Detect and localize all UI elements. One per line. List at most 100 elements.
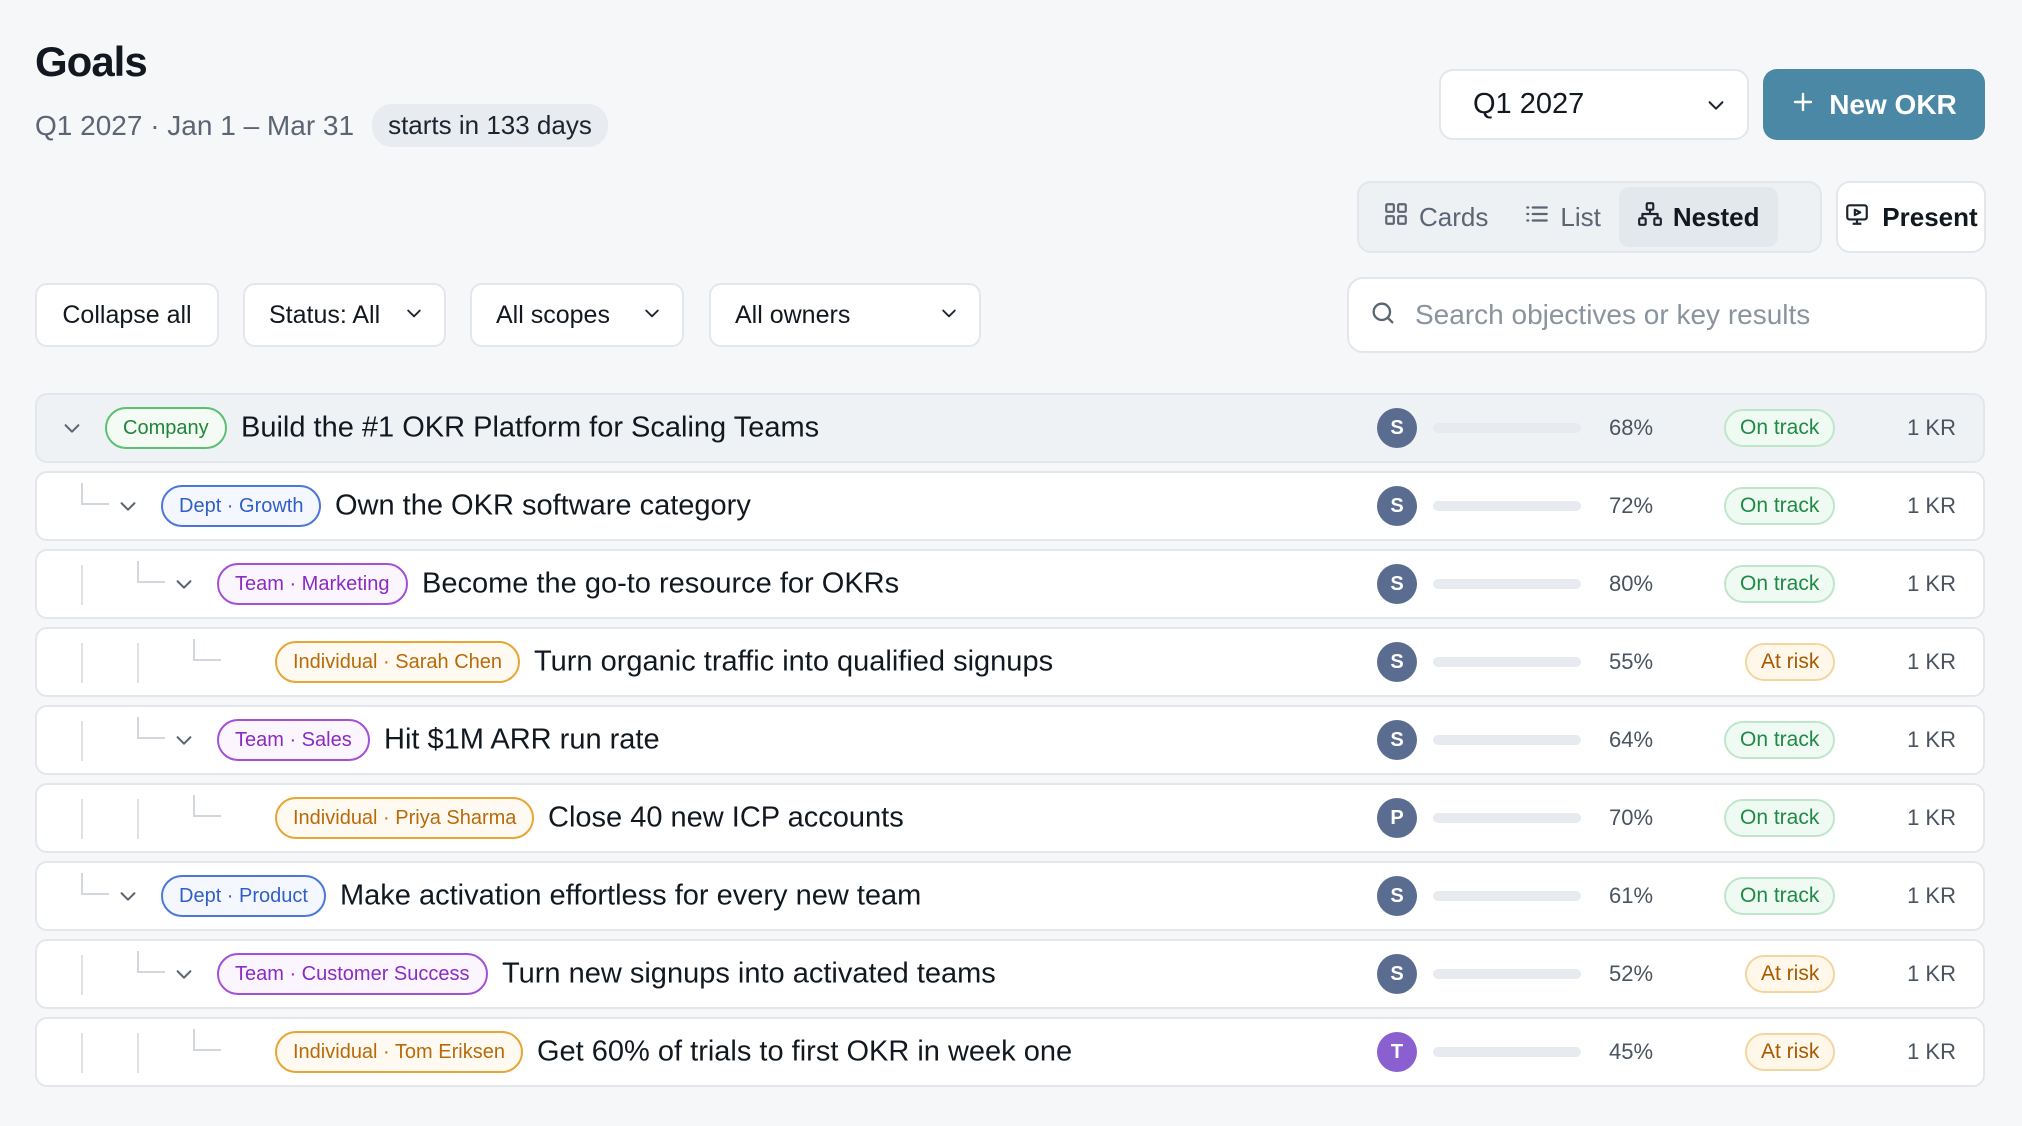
tree-connector xyxy=(193,1029,221,1051)
objective-title[interactable]: Make activation effortless for every new… xyxy=(340,880,921,913)
objective-title[interactable]: Close 40 new ICP accounts xyxy=(548,802,904,835)
presentation-icon xyxy=(1844,201,1870,234)
objective-title[interactable]: Own the OKR software category xyxy=(335,490,751,523)
chevron-down-icon xyxy=(939,301,959,330)
progress-bar xyxy=(1433,579,1581,589)
status-badge: On track xyxy=(1724,721,1836,759)
tree-guide xyxy=(81,565,83,605)
okr-row[interactable]: Individual · Tom Eriksen Get 60% of tria… xyxy=(35,1017,1985,1087)
scope-tag: Team · Customer Success xyxy=(217,953,488,995)
key-result-count[interactable]: 1 KR xyxy=(1907,415,1956,441)
view-list-label: List xyxy=(1560,201,1601,232)
collapse-toggle-icon[interactable] xyxy=(113,881,143,911)
avatar[interactable]: S xyxy=(1377,876,1417,916)
objective-title[interactable]: Turn new signups into activated teams xyxy=(502,958,996,991)
progress-percent: 72% xyxy=(1609,493,1654,518)
collapse-all-button[interactable]: Collapse all xyxy=(35,283,219,347)
status-badge: At risk xyxy=(1745,1033,1836,1071)
plus-icon xyxy=(1791,89,1815,121)
present-button[interactable]: Present xyxy=(1836,181,1986,253)
search-icon xyxy=(1369,299,1397,332)
objective-title[interactable]: Hit $1M ARR run rate xyxy=(384,724,660,757)
progress-bar xyxy=(1433,969,1581,979)
view-list[interactable]: List xyxy=(1506,187,1618,247)
view-nested[interactable]: Nested xyxy=(1618,187,1778,247)
avatar[interactable]: S xyxy=(1377,642,1417,682)
view-nested-label: Nested xyxy=(1672,201,1760,232)
avatar[interactable]: S xyxy=(1377,564,1417,604)
collapse-toggle-icon[interactable] xyxy=(169,959,199,989)
key-result-count[interactable]: 1 KR xyxy=(1907,1039,1956,1065)
avatar[interactable]: S xyxy=(1377,954,1417,994)
tree-connector xyxy=(137,561,165,583)
avatar[interactable]: S xyxy=(1377,408,1417,448)
progress-percent: 64% xyxy=(1609,727,1654,752)
tree-connector xyxy=(137,717,165,739)
progress-percent: 68% xyxy=(1609,415,1654,440)
okr-row[interactable]: Individual · Priya Sharma Close 40 new I… xyxy=(35,783,1985,853)
objective-title[interactable]: Become the go-to resource for OKRs xyxy=(422,568,899,601)
scope-filter[interactable]: All scopes xyxy=(470,283,684,347)
okr-row[interactable]: Individual · Sarah Chen Turn organic tra… xyxy=(35,627,1985,697)
okr-row[interactable]: Dept · Product Make activation effortles… xyxy=(35,861,1985,931)
okr-row[interactable]: Team · Customer Success Turn new signups… xyxy=(35,939,1985,1009)
avatar[interactable]: S xyxy=(1377,720,1417,760)
avatar[interactable]: S xyxy=(1377,486,1417,526)
okr-row[interactable]: Company Build the #1 OKR Platform for Sc… xyxy=(35,393,1985,463)
avatar[interactable]: P xyxy=(1377,798,1417,838)
progress-percent: 61% xyxy=(1609,883,1654,908)
progress-bar xyxy=(1433,813,1581,823)
status-badge: On track xyxy=(1724,799,1836,837)
objective-title[interactable]: Build the #1 OKR Platform for Scaling Te… xyxy=(241,412,819,445)
view-cards[interactable]: Cards xyxy=(1365,187,1506,247)
progress-bar xyxy=(1433,891,1581,901)
progress-bar xyxy=(1433,657,1581,667)
tree-guide xyxy=(137,643,139,683)
objective-title[interactable]: Turn organic traffic into qualified sign… xyxy=(534,646,1053,679)
status-filter-value: Status: All xyxy=(269,300,381,329)
status-badge: On track xyxy=(1724,877,1836,915)
avatar[interactable]: T xyxy=(1377,1032,1417,1072)
tree-connector xyxy=(81,873,109,895)
tree-connector xyxy=(137,951,165,973)
progress-percent: 55% xyxy=(1609,649,1654,674)
tree-connector xyxy=(193,795,221,817)
collapse-toggle-icon[interactable] xyxy=(169,569,199,599)
key-result-count[interactable]: 1 KR xyxy=(1907,493,1956,519)
tree-connector xyxy=(193,639,221,661)
key-result-count[interactable]: 1 KR xyxy=(1907,961,1956,987)
collapse-toggle-icon[interactable] xyxy=(113,491,143,521)
owner-filter[interactable]: All owners xyxy=(709,283,981,347)
progress-percent: 70% xyxy=(1609,805,1654,830)
scope-filter-value: All scopes xyxy=(496,300,610,329)
collapse-toggle-icon[interactable] xyxy=(169,725,199,755)
quarter-select-value: Q1 2027 xyxy=(1473,88,1585,120)
new-okr-button[interactable]: New OKR xyxy=(1763,69,1985,140)
quarter-select[interactable]: Q1 2027 xyxy=(1439,69,1749,140)
key-result-count[interactable]: 1 KR xyxy=(1907,727,1956,753)
scope-tag: Dept · Product xyxy=(161,875,326,917)
countdown-badge: starts in 133 days xyxy=(372,104,608,147)
key-result-count[interactable]: 1 KR xyxy=(1907,649,1956,675)
key-result-count[interactable]: 1 KR xyxy=(1907,805,1956,831)
status-badge: On track xyxy=(1724,409,1836,447)
status-filter[interactable]: Status: All xyxy=(243,283,446,347)
okr-row[interactable]: Team · Sales Hit $1M ARR run rate S 64% … xyxy=(35,705,1985,775)
progress-percent: 80% xyxy=(1609,571,1654,596)
scope-tag: Dept · Growth xyxy=(161,485,322,527)
tree-guide xyxy=(137,1033,139,1073)
status-badge: At risk xyxy=(1745,955,1836,993)
tree-guide xyxy=(137,799,139,839)
tree-connector xyxy=(81,483,109,505)
progress-bar xyxy=(1433,1047,1581,1057)
objective-title[interactable]: Get 60% of trials to first OKR in week o… xyxy=(537,1036,1072,1069)
hierarchy-icon xyxy=(1637,201,1663,234)
owner-filter-value: All owners xyxy=(735,300,851,329)
okr-row[interactable]: Dept · Growth Own the OKR software categ… xyxy=(35,471,1985,541)
collapse-toggle-icon[interactable] xyxy=(57,413,87,443)
key-result-count[interactable]: 1 KR xyxy=(1907,883,1956,909)
search-input[interactable] xyxy=(1415,299,1965,331)
key-result-count[interactable]: 1 KR xyxy=(1907,571,1956,597)
okr-row[interactable]: Team · Marketing Become the go-to resour… xyxy=(35,549,1985,619)
list-icon xyxy=(1524,201,1550,234)
